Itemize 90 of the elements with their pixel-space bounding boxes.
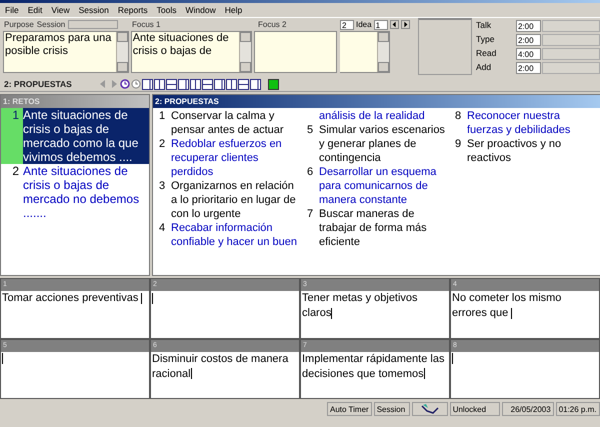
timer-label: Read (476, 47, 498, 60)
item-text: Recabar información confiable y hacer un buen (171, 221, 298, 249)
layout-icon[interactable] (238, 78, 249, 90)
item-number: 1 (159, 110, 166, 122)
previous-icon[interactable] (390, 20, 399, 29)
layout-icon[interactable] (142, 78, 153, 90)
field-label: Focus 2 (258, 20, 286, 28)
status-icon[interactable] (268, 78, 279, 90)
status-field: Unlocked (450, 402, 500, 416)
layout-icon[interactable] (202, 78, 213, 90)
item-number: 5 (307, 124, 314, 136)
item-number: 2 (11, 164, 20, 180)
panel-header: 2: PROPUESTAS (153, 95, 600, 108)
reto-item[interactable]: 1 Ante situaciones de crisis o bajas de mercado como la que vivimos debemos .... (1, 108, 149, 164)
item-number: 9 (455, 138, 462, 150)
menu-item[interactable]: Session (78, 4, 109, 16)
handshake-icon (420, 403, 439, 415)
idea-field[interactable]: 1 (374, 20, 388, 30)
item-text: análisis de la realidad (319, 109, 425, 123)
text-caret (152, 292, 153, 304)
item-text: Desarrollar un esquema para comunicarnos de manera constante (319, 165, 438, 207)
layout-icon[interactable] (250, 78, 261, 90)
status-field: 26/05/2003 (502, 402, 554, 416)
layout-icon[interactable] (214, 78, 225, 90)
scrollbar (116, 32, 128, 72)
field-label: Session (36, 18, 66, 30)
layout-icon[interactable] (178, 78, 189, 90)
item-text: Buscar maneras de trabajar de forma más eficiente (319, 207, 428, 249)
item-text: Ante situaciones de crisis o bajas de mercado como la que vivimos debemos .... (23, 108, 140, 164)
item-number: 1 (1, 108, 23, 164)
item-text: Organizarnos en relación a lo prioritario en lugar de con lo urgente (171, 179, 297, 221)
item-number: 3 (159, 180, 166, 192)
idea-label: Idea (356, 18, 372, 30)
reto-item[interactable]: 2 Ante situaciones de crisis o bajas de mercado no debemos ....... (1, 164, 149, 220)
cell-text: Implementar rápidamente las decisiones que tomemos (302, 352, 446, 382)
cell-text: No cometer los mismo errores que (452, 291, 562, 321)
item-text: Redoblar esfuerzos en recuperar clientes perdidos (171, 137, 283, 179)
item-text: Simular varios escenarios y generar planes de contingencia (319, 123, 446, 165)
focus-field[interactable]: Ante situaciones de crisis o bajas de (130, 31, 252, 73)
item-number: 7 (307, 208, 314, 220)
timer-label: Type (476, 33, 496, 46)
item-number: 6 (307, 166, 314, 178)
timer-field[interactable]: 2:00 (516, 34, 541, 46)
field-label: Purpose (4, 18, 34, 30)
item-number: 2 (159, 138, 166, 150)
layout-icon[interactable] (154, 78, 165, 90)
item-text: Reconocer nuestra fuerzas y debilidades (467, 109, 572, 137)
menu-item[interactable]: View (51, 4, 70, 16)
text-caret (2, 353, 3, 364)
layout-icon[interactable] (166, 78, 177, 90)
next-icon[interactable] (400, 20, 410, 29)
item-text: Ante situaciones de crisis o bajas de mercado no debemos ....... (23, 164, 140, 220)
toolbar-title: 2: PROPUESTAS (4, 78, 73, 90)
menu-item[interactable]: Tools (156, 4, 176, 16)
scrollbar (377, 32, 389, 72)
timer-field[interactable]: 2:00 (516, 62, 541, 74)
count-field[interactable]: 2 (340, 20, 354, 30)
focus-text: Ante situaciones de crisis o bajas de (132, 32, 230, 59)
item-text: Ser proactivos y no reactivos (467, 137, 562, 165)
timer-label: Talk (476, 19, 492, 32)
panel-header: 1: RETOS (1, 95, 149, 108)
timer-field[interactable]: 2:00 (516, 20, 541, 32)
text-caret (452, 353, 453, 364)
menu-item[interactable]: Help (224, 4, 242, 16)
menu-item[interactable]: Edit (28, 4, 42, 16)
focus-field[interactable] (340, 31, 390, 73)
purpose-field[interactable]: Preparamos para una posible crisis (3, 31, 129, 73)
menu-item[interactable]: File (5, 4, 19, 16)
layout-icon[interactable] (226, 78, 237, 90)
cell-text: Tener metas y objetivos claros (302, 291, 419, 321)
layout-icon[interactable] (190, 78, 201, 90)
cell-text: Disminuir costos de manera racional (152, 352, 290, 382)
menu-item[interactable]: Window (186, 4, 216, 16)
purpose-text: Preparamos para una posible crisis (4, 32, 112, 59)
focus-field[interactable] (254, 31, 337, 73)
timer-field[interactable]: 4:00 (516, 48, 541, 60)
item-text: Conservar la calma y pensar antes de actuar (171, 109, 285, 137)
scrollbar (239, 32, 252, 72)
status-field: Auto Timer (327, 402, 372, 416)
menu-item[interactable]: Reports (118, 4, 148, 16)
session-field[interactable] (68, 20, 118, 29)
status-field: 01:26 p.m. (556, 402, 600, 416)
cell-text: Tomar acciones preventivas (2, 291, 148, 306)
timer-label: Add (476, 61, 492, 74)
item-number: 8 (455, 110, 462, 122)
status-field: Session (374, 402, 410, 416)
field-label: Focus 1 (132, 20, 160, 28)
item-number: 4 (159, 222, 166, 234)
blank-panel (418, 18, 472, 75)
clock-icon[interactable] (120, 79, 130, 89)
